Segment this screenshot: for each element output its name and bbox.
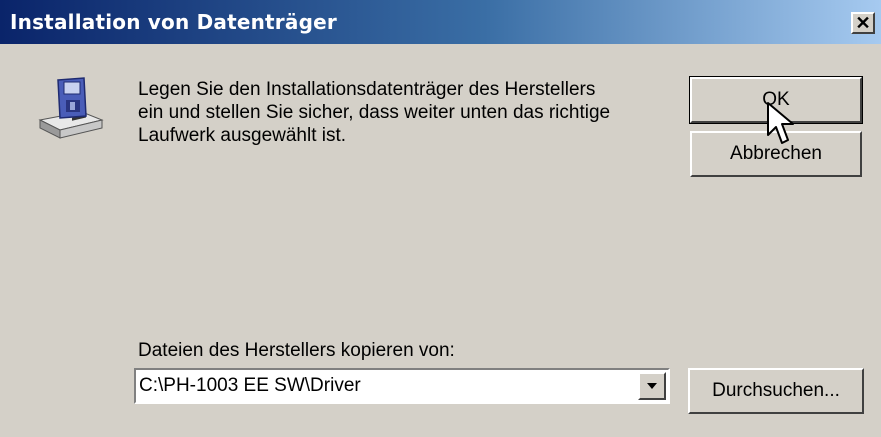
window-title: Installation von Datenträger — [10, 10, 337, 34]
close-icon: ✕ — [855, 13, 871, 33]
floppy-disk-drive-icon — [38, 77, 104, 139]
instruction-line: ein und stellen Sie sicher, dass weiter … — [138, 102, 611, 123]
dropdown-arrow-icon — [647, 383, 657, 389]
copy-from-label: Dateien des Herstellers kopieren von: — [138, 340, 455, 361]
dropdown-button[interactable] — [638, 372, 666, 400]
mouse-pointer-icon — [767, 102, 794, 144]
browse-button[interactable]: Durchsuchen... — [688, 368, 864, 414]
copy-from-input[interactable] — [139, 373, 619, 399]
install-from-disk-dialog: Installation von Datenträger ✕ Legen Sie… — [0, 0, 881, 437]
close-button[interactable]: ✕ — [851, 12, 875, 34]
copy-from-combobox[interactable] — [134, 368, 670, 404]
instruction-text: Legen Sie den Installationsdatenträger d… — [138, 78, 678, 147]
instruction-line: Legen Sie den Installationsdatenträger d… — [138, 79, 596, 100]
title-bar[interactable]: Installation von Datenträger ✕ — [0, 0, 881, 44]
instruction-line: Laufwerk ausgewählt ist. — [138, 125, 347, 146]
